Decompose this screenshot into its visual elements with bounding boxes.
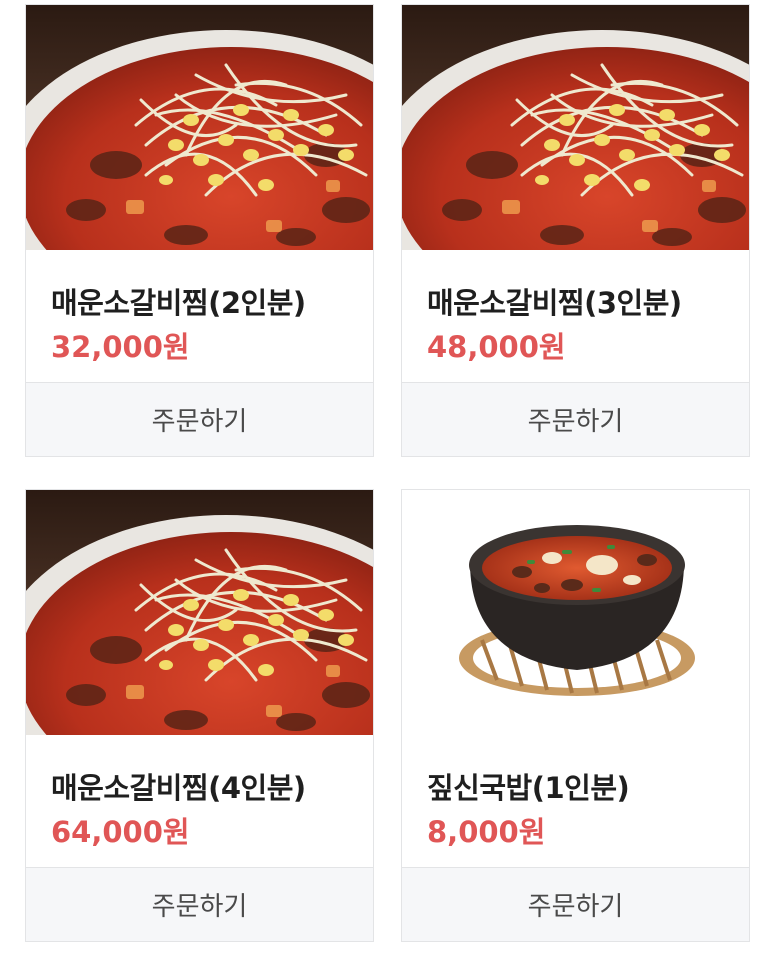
order-button[interactable]: 주문하기 — [402, 382, 749, 456]
product-info: 매운소갈비찜(2인분) 32,000원 — [26, 250, 373, 382]
product-name: 매운소갈비찜(2인분) — [51, 286, 306, 320]
braised-short-rib-photo[interactable] — [26, 490, 373, 735]
product-info: 매운소갈비찜(4인분) 64,000원 — [26, 735, 373, 867]
product-card: 매운소갈비찜(3인분) 48,000원 주문하기 — [401, 4, 750, 457]
product-name: 매운소갈비찜(4인분) — [51, 771, 306, 805]
product-name: 매운소갈비찜(3인분) — [427, 286, 682, 320]
order-button[interactable]: 주문하기 — [26, 867, 373, 941]
order-button[interactable]: 주문하기 — [402, 867, 749, 941]
product-name: 짚신국밥(1인분) — [427, 771, 630, 805]
order-button[interactable]: 주문하기 — [26, 382, 373, 456]
product-price: 32,000원 — [51, 330, 190, 364]
product-info: 짚신국밥(1인분) 8,000원 — [402, 735, 749, 867]
product-info: 매운소갈비찜(3인분) 48,000원 — [402, 250, 749, 382]
product-price: 64,000원 — [51, 815, 190, 849]
product-card: 매운소갈비찜(4인분) 64,000원 주문하기 — [25, 489, 374, 942]
product-price: 8,000원 — [427, 815, 546, 849]
product-price: 48,000원 — [427, 330, 566, 364]
gukbap-bowl-photo[interactable] — [402, 490, 749, 735]
product-card: 짚신국밥(1인분) 8,000원 주문하기 — [401, 489, 750, 942]
product-card: 매운소갈비찜(2인분) 32,000원 주문하기 — [25, 4, 374, 457]
braised-short-rib-photo[interactable] — [402, 5, 749, 250]
braised-short-rib-photo[interactable] — [26, 5, 373, 250]
